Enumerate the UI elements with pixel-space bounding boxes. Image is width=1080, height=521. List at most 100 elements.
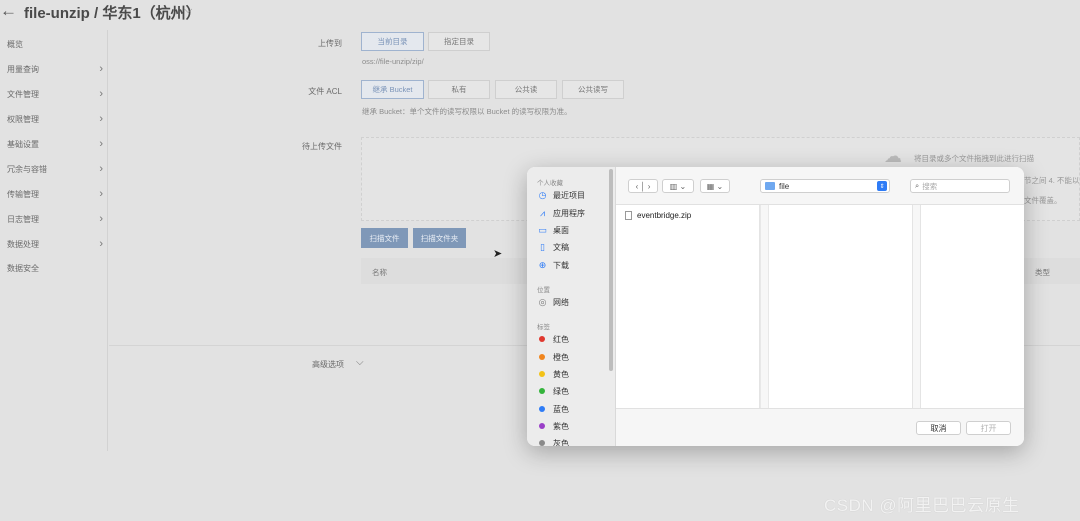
dialog-toolbar: ‹ │ › ▥ ⌄ ▦ ⌄ file ⇕ ⌕ 搜索 [616,167,1024,205]
chevron-right-icon: › [99,113,103,125]
sidebar-item-transfer[interactable]: 传输管理 › [7,184,103,204]
desktop-icon: ▭ [538,224,547,235]
dialog-sidebar: 个人收藏 ◷ 最近项目 ⩘ 应用程序 ▭ 桌面 ▯ 文稿 ⊕ 下载 位置 ◎ 网络 标签 红… [527,167,616,446]
folder-icon [765,182,775,190]
acl-private-button[interactable]: 私有 [428,80,490,99]
tag-yellow[interactable]: 黄色 [537,367,569,381]
file-open-dialog: 个人收藏 ◷ 最近项目 ⩘ 应用程序 ▭ 桌面 ▯ 文稿 ⊕ 下载 位置 ◎ 网络 标签 红… [527,167,1024,446]
grid-icon: ▦ [706,181,715,191]
sidebar-item-data-processing[interactable]: 数据处理 › [7,234,103,254]
current-dir-button[interactable]: 当前目录 [361,32,424,51]
column-type: 类型 [1035,268,1050,277]
chevron-right-icon: › [99,163,103,175]
search-input[interactable]: ⌕ 搜索 [910,179,1010,193]
updown-chevron-icon: ⇕ [877,181,887,191]
sidebar-item-applications[interactable]: ⩘ 应用程序 [537,206,585,220]
sidebar-item-data-security[interactable]: 数据安全 [7,258,103,278]
columns-view-icon: ▥ [669,181,678,191]
chevron-right-icon: › [99,63,103,75]
upload-path: oss://file-unzip/zip/ [362,57,424,66]
scan-folder-button[interactable]: 扫描文件夹 [413,228,466,248]
tag-blue[interactable]: 蓝色 [537,402,569,416]
back-forward-buttons[interactable]: ‹ │ › [628,179,658,193]
view-mode-button[interactable]: ▥ ⌄ [662,179,694,193]
open-button[interactable]: 打开 [966,421,1011,435]
purple-dot-icon [539,423,545,429]
sidebar-item-usage[interactable]: 用量查询 › [7,59,103,79]
green-dot-icon [539,388,545,394]
advanced-options-label[interactable]: 高级选项 [312,359,344,370]
console-sidebar: 概览 用量查询 › 文件管理 › 权限管理 › 基础设置 › 冗余与容错 › 传输管理 › … [0,30,108,451]
red-dot-icon [539,336,545,342]
sidebar-item-documents[interactable]: ▯ 文稿 [537,240,569,254]
cancel-button[interactable]: 取消 [916,421,961,435]
apps-icon: ⩘ [539,207,546,218]
file-name: eventbridge.zip [637,211,692,220]
file-column-2 [769,205,913,408]
sidebar-item-files[interactable]: 文件管理 › [7,84,103,104]
watermark: CSDN @阿里巴巴云原生 [824,496,1020,515]
sidebar-item-overview[interactable]: 概览 [7,34,103,54]
chevron-right-icon[interactable]: › [648,182,651,191]
sidebar-item-recents[interactable]: ◷ 最近项目 [537,188,585,202]
chevron-right-icon: › [99,188,103,200]
file-item[interactable]: eventbridge.zip [625,211,691,220]
column-name: 名称 [372,268,387,277]
tag-green[interactable]: 绿色 [537,384,569,398]
gray-dot-icon [539,440,545,446]
favorites-section-label: 个人收藏 [537,180,563,187]
download-icon: ⊕ [538,259,547,270]
chevron-right-icon: › [99,88,103,100]
tag-orange[interactable]: 橙色 [537,350,569,364]
tag-red[interactable]: 红色 [537,332,569,346]
chevron-down-icon[interactable]: ⌵ [184,4,192,17]
file-column-1: eventbridge.zip [616,205,760,408]
back-arrow-icon[interactable]: ← [0,1,17,21]
drop-hint: 将目录或多个文件拖拽到此进行扫描 [914,154,1034,163]
file-icon [625,211,632,220]
acl-label: 文件 ACL [308,87,342,96]
tags-section-label: 标签 [537,324,550,331]
scan-files-button[interactable]: 扫描文件 [361,228,408,248]
cloud-upload-icon: ☁ [884,146,902,166]
file-column-3 [921,205,1024,408]
upload-to-label: 上传到 [318,39,342,48]
search-placeholder: 搜索 [922,181,938,191]
dialog-footer: 取消 打开 [616,408,1024,446]
sidebar-item-logs[interactable]: 日志管理 › [7,209,103,229]
sidebar-scrollbar[interactable] [609,169,613,371]
path-popup[interactable]: file ⇕ [760,179,890,193]
document-icon: ▯ [540,241,545,252]
sidebar-item-redundancy[interactable]: 冗余与容错 › [7,159,103,179]
sidebar-item-downloads[interactable]: ⊕ 下载 [537,258,569,272]
sidebar-item-basic-settings[interactable]: 基础设置 › [7,134,103,154]
acl-public-readwrite-button[interactable]: 公共读写 [562,80,624,99]
clock-icon: ◷ [538,189,547,200]
note-line-2: 文件覆盖。 [1024,196,1062,205]
column-resize-handle[interactable] [760,205,769,408]
network-icon: ◎ [538,296,547,307]
note-line-1: 节之间 4. 不能以 [1024,176,1080,185]
acl-public-read-button[interactable]: 公共读 [495,80,557,99]
blue-dot-icon [539,406,545,412]
column-resize-handle[interactable] [913,205,921,408]
chevron-down-icon[interactable]: ⌵ [356,357,364,368]
mouse-cursor-icon: ➤ [493,248,503,260]
tag-purple[interactable]: 紫色 [537,419,569,433]
sidebar-item-desktop[interactable]: ▭ 桌面 [537,223,569,237]
acl-hint: 继承 Bucket：单个文件的读写权限以 Bucket 的读写权限为准。 [362,107,572,116]
pending-files-label: 待上传文件 [302,142,342,151]
chevron-right-icon: › [99,213,103,225]
chevron-left-icon[interactable]: ‹ [636,182,639,191]
specified-dir-button[interactable]: 指定目录 [428,32,490,51]
sidebar-item-permissions[interactable]: 权限管理 › [7,109,103,129]
acl-inherit-button[interactable]: 继承 Bucket [361,80,424,99]
yellow-dot-icon [539,371,545,377]
current-folder-name: file [779,181,790,191]
sidebar-item-network[interactable]: ◎ 网络 [537,295,569,309]
chevron-right-icon: › [99,238,103,250]
group-button[interactable]: ▦ ⌄ [700,179,730,193]
tag-gray[interactable]: 灰色 [537,436,569,446]
page-title: file-unzip / 华东1（杭州） [24,5,201,22]
locations-section-label: 位置 [537,287,550,294]
